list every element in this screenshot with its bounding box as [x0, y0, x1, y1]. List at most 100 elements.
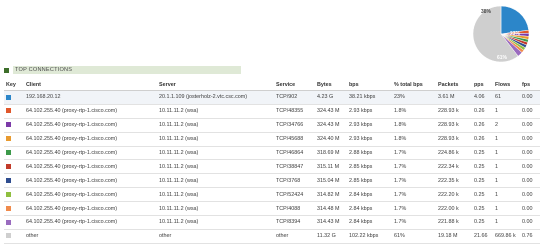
bytes-cell: 315.04 M [315, 173, 347, 189]
bps-cell: 2.93 kbps [347, 104, 392, 119]
client-cell: 192.168.20.12 [24, 90, 157, 105]
bps-cell: 2.84 kbps [347, 187, 392, 203]
packets-cell: 228.93 k [436, 132, 472, 147]
client-cell: 64.102.255.40 (proxy-rtp-1.cisco.com) [24, 173, 157, 189]
fps-cell: 0.00 [520, 146, 540, 161]
client-cell: 64.102.255.40 (proxy-rtp-1.cisco.com) [24, 118, 157, 133]
key-cell [4, 159, 24, 175]
table-row[interactable]: 64.102.255.40 (proxy-rtp-1.cisco.com) 10.… [4, 118, 540, 133]
pie-label-other: 61% [497, 55, 508, 61]
top-connections-table: Key Client Server Service Bytes bps % to… [4, 80, 540, 244]
flows-cell: 1 [493, 201, 520, 217]
col-bps[interactable]: bps [347, 80, 392, 91]
pps-cell: 0.25 [472, 215, 493, 230]
key-cell [4, 146, 24, 161]
table-row[interactable]: 64.102.255.40 (proxy-rtp-1.cisco.com) 10.… [4, 187, 540, 203]
bps-cell: 2.85 kbps [347, 159, 392, 175]
section-marker-icon [4, 67, 9, 73]
service-cell: TCP/8394 [274, 215, 315, 230]
table-row[interactable]: other other other 11.32 G 102.22 kbps 61% 19.1… [4, 229, 540, 244]
table-row[interactable]: 192.168.20.12 20.1.1.109 (josterholz-2.vt… [4, 90, 540, 105]
client-cell: 64.102.255.40 (proxy-rtp-1.cisco.com) [24, 187, 157, 203]
flows-cell: 2 [493, 118, 520, 133]
bps-cell: 102.22 kbps [347, 229, 392, 244]
server-cell: 10.11.11.2 (wsa) [157, 132, 274, 147]
pct-cell: 1.7% [392, 187, 436, 203]
table-row[interactable]: 64.102.255.40 (proxy-rtp-1.cisco.com) 10.… [4, 159, 540, 175]
flows-cell: 1 [493, 146, 520, 161]
fps-cell: 0.00 [520, 187, 540, 203]
fps-cell: 0.00 [520, 201, 540, 217]
bps-cell: 2.93 kbps [347, 118, 392, 133]
client-cell: 64.102.255.40 (proxy-rtp-1.cisco.com) [24, 104, 157, 119]
pct-cell: 1.7% [392, 159, 436, 175]
fps-cell: 0.00 [520, 215, 540, 230]
service-cell: TCP/902 [274, 90, 315, 105]
col-key[interactable]: Key [4, 80, 24, 91]
table-row[interactable]: 64.102.255.40 (proxy-rtp-1.cisco.com) 10.… [4, 132, 540, 147]
flows-cell: 1 [493, 215, 520, 230]
bps-cell: 2.84 kbps [347, 215, 392, 230]
bps-cell: 38.21 kbps [347, 90, 392, 105]
pps-cell: 0.26 [472, 132, 493, 147]
col-server[interactable]: Server [157, 80, 274, 91]
pct-cell: 1.7% [392, 201, 436, 217]
service-cell: TCP/3768 [274, 173, 315, 189]
client-cell: 64.102.255.40 (proxy-rtp-1.cisco.com) [24, 132, 157, 147]
col-packets[interactable]: Packets [436, 80, 472, 91]
flows-cell: 1 [493, 173, 520, 189]
server-cell: 10.11.11.2 (wsa) [157, 104, 274, 119]
table-row[interactable]: 64.102.255.40 (proxy-rtp-1.cisco.com) 10.… [4, 201, 540, 217]
col-client[interactable]: Client [24, 80, 157, 91]
key-swatch [6, 94, 11, 100]
fps-cell: 0.00 [520, 132, 540, 147]
fps-cell: 0.00 [520, 159, 540, 175]
pct-cell: 1.7% [392, 215, 436, 230]
pie-slice[interactable] [500, 5, 530, 35]
pct-cell: 23% [392, 90, 436, 105]
bytes-cell: 314.82 M [315, 187, 347, 203]
col-service[interactable]: Service [274, 80, 315, 91]
key-swatch [6, 108, 11, 114]
client-cell: 64.102.255.40 (proxy-rtp-1.cisco.com) [24, 146, 157, 161]
packets-cell: 222.00 k [436, 201, 472, 217]
pct-cell: 1.8% [392, 132, 436, 147]
col-pps[interactable]: pps [472, 80, 493, 91]
fps-cell: 0.00 [520, 118, 540, 133]
pct-cell: 61% [392, 229, 436, 244]
fps-cell: 0.00 [520, 104, 540, 119]
packets-cell: 221.88 k [436, 215, 472, 230]
key-cell [4, 132, 24, 147]
pct-cell: 1.8% [392, 104, 436, 119]
packets-cell: 222.34 k [436, 159, 472, 175]
key-swatch [6, 122, 11, 128]
col-flows[interactable]: Flows [493, 80, 520, 91]
flows-cell: 1 [493, 132, 520, 147]
key-swatch [6, 163, 11, 169]
top-connections-header: TOP CONNECTIONS [4, 66, 304, 74]
key-swatch [6, 219, 11, 225]
fps-cell: 0.76 [520, 229, 540, 244]
flows-cell: 669.86 k [493, 229, 520, 244]
table-row[interactable]: 64.102.255.40 (proxy-rtp-1.cisco.com) 10.… [4, 215, 540, 230]
table-row[interactable]: 64.102.255.40 (proxy-rtp-1.cisco.com) 10.… [4, 173, 540, 189]
bytes-cell: 314.48 M [315, 201, 347, 217]
key-cell [4, 90, 24, 105]
table-row[interactable]: 64.102.255.40 (proxy-rtp-1.cisco.com) 10.… [4, 146, 540, 161]
bps-cell: 2.84 kbps [347, 201, 392, 217]
col-bytes[interactable]: Bytes [315, 80, 347, 91]
service-cell: other [274, 229, 315, 244]
packets-cell: 222.35 k [436, 173, 472, 189]
table-row[interactable]: 64.102.255.40 (proxy-rtp-1.cisco.com) 10.… [4, 104, 540, 119]
key-cell [4, 104, 24, 119]
pie-label-top: 38% [481, 9, 492, 15]
packets-cell: 19.18 M [436, 229, 472, 244]
bytes-cell: 4.23 G [315, 90, 347, 105]
traffic-pie-chart: 38% 23% 61% [471, 4, 531, 64]
col-fps[interactable]: fps [520, 80, 540, 91]
bytes-cell: 318.69 M [315, 146, 347, 161]
col-pct-total-bps[interactable]: % total bps [392, 80, 436, 91]
service-cell: TCP/46864 [274, 146, 315, 161]
packets-cell: 228.93 k [436, 118, 472, 133]
key-swatch [6, 233, 11, 239]
